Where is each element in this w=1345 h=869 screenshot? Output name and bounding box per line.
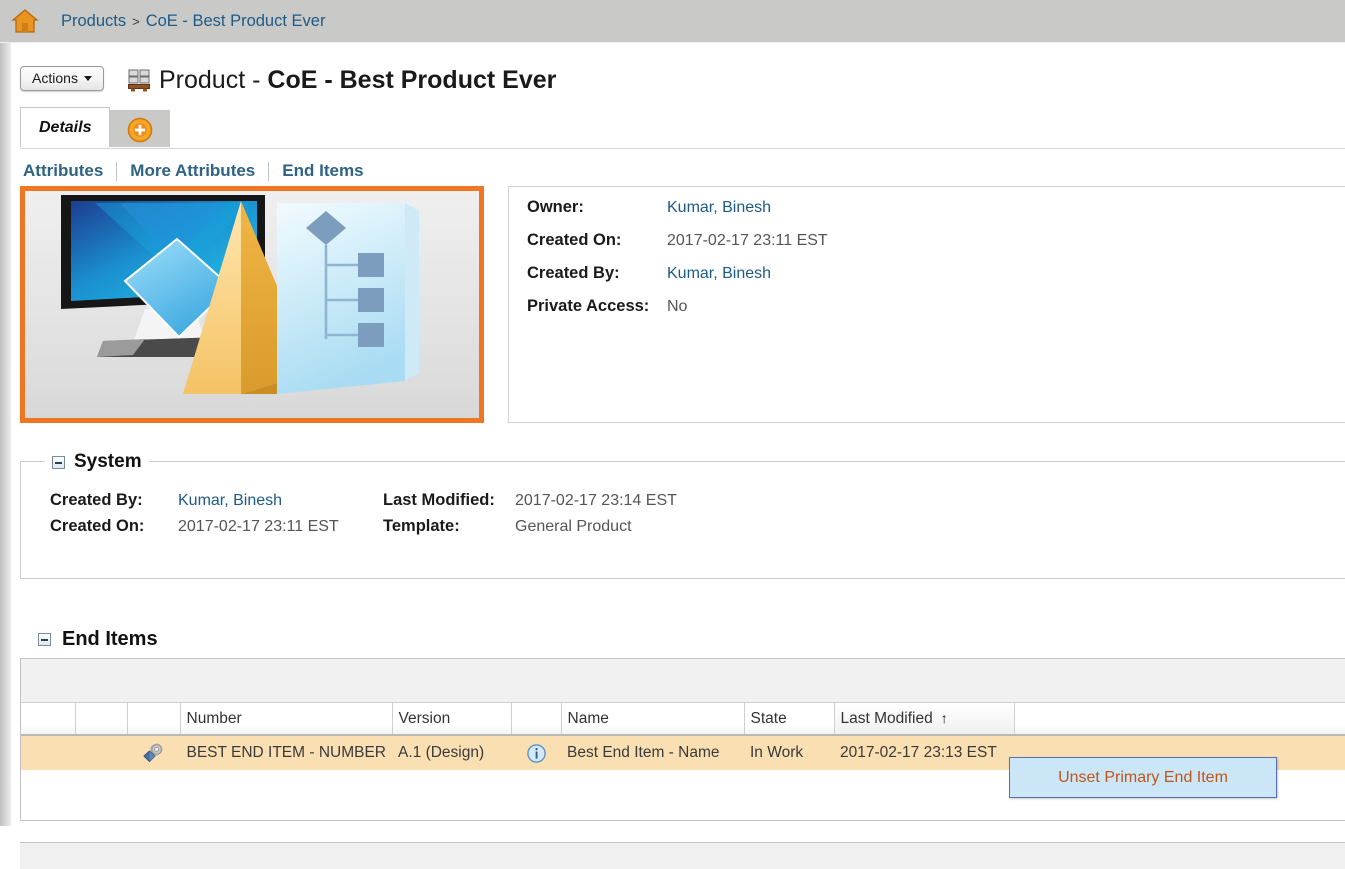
actions-button-label: Actions xyxy=(32,70,78,86)
row-type-icon-cell xyxy=(127,735,180,770)
attribute-row: Created By: Kumar, Binesh xyxy=(527,264,1345,297)
tab-add-new[interactable] xyxy=(110,110,171,148)
breadcrumb-separator: > xyxy=(132,13,140,29)
column-header-version[interactable]: Version xyxy=(392,703,512,736)
system-value-template: General Product xyxy=(515,518,632,535)
attribute-value-private-access: No xyxy=(667,298,688,315)
attribute-row: Owner: Kumar, Binesh xyxy=(527,198,1345,231)
attribute-label-created-by: Created By: xyxy=(527,264,620,282)
end-items-section-header: End Items xyxy=(38,626,158,652)
attribute-row: Private Access: No xyxy=(527,297,1345,330)
attributes-panel: Description: Owner: Kumar, Binesh Create… xyxy=(508,186,1345,423)
column-header-actions xyxy=(75,703,128,736)
column-header-last-modified[interactable]: Last Modified ↑ xyxy=(834,703,1015,736)
system-section-header: System xyxy=(45,451,149,473)
object-header: Actions Product - CoE - Best Product Eve… xyxy=(20,56,556,104)
breadcrumb-item-current[interactable]: CoE - Best Product Ever xyxy=(146,12,326,31)
system-value-created-on: 2017-02-17 23:11 EST xyxy=(178,518,339,535)
attribute-label-created-on: Created On: xyxy=(527,231,622,249)
column-header-state[interactable]: State xyxy=(744,703,835,736)
system-label-created-by: Created By: xyxy=(50,491,143,509)
breadcrumb-item-products[interactable]: Products xyxy=(61,12,126,31)
system-label-template: Template: xyxy=(383,517,460,535)
info-icon xyxy=(526,743,546,763)
home-icon[interactable] xyxy=(11,8,39,34)
attribute-label-owner: Owner: xyxy=(527,198,584,216)
column-header-name[interactable]: Name xyxy=(561,703,745,736)
row-last-modified-value: 2017-02-17 23:13 EST xyxy=(834,735,1014,770)
attributes-zone: Description: Owner: Kumar, Binesh Create… xyxy=(20,186,1345,476)
sidebar-item-attributes[interactable]: Attributes xyxy=(23,161,116,181)
breadcrumb: Products > CoE - Best Product Ever xyxy=(61,12,325,31)
breadcrumb-bar: Products > CoE - Best Product Ever xyxy=(0,0,1345,43)
row-number-value[interactable]: BEST END ITEM - NUMBER xyxy=(180,735,392,770)
column-header-select xyxy=(21,703,76,736)
page-title: Product - CoE - Best Product Ever xyxy=(159,66,556,95)
column-header-type-icon xyxy=(127,703,181,736)
row-name-value: Best End Item - Name xyxy=(561,735,744,770)
end-items-section-title: End Items xyxy=(62,627,158,650)
tab-details-label: Details xyxy=(39,119,92,136)
row-select-cell[interactable] xyxy=(21,735,75,770)
sub-tab-bar: Attributes More Attributes End Items xyxy=(23,156,377,186)
column-header-info xyxy=(511,703,562,736)
attribute-label-private-access: Private Access: xyxy=(527,297,650,315)
system-label-created-on: Created On: xyxy=(50,517,145,535)
sidebar-item-end-items[interactable]: End Items xyxy=(269,161,376,181)
unset-primary-end-item-popup[interactable]: Unset Primary End Item xyxy=(1009,757,1277,798)
row-version-value: A.1 (Design) xyxy=(392,735,511,770)
page-bottom-strip xyxy=(20,842,1345,869)
object-name-label: CoE - Best Product Ever xyxy=(267,65,557,94)
page-body: Actions Product - CoE - Best Product Eve… xyxy=(20,43,1345,869)
attribute-value-owner[interactable]: Kumar, Binesh xyxy=(667,199,771,217)
product-thumbnail-image xyxy=(25,191,479,418)
row-info-cell[interactable] xyxy=(511,735,561,770)
system-label-last-modified: Last Modified: xyxy=(383,491,495,509)
table-header-row: Number Version Name State Last Modified ↑ xyxy=(21,703,1345,736)
tab-strip: Details xyxy=(20,106,1345,150)
left-scroll-gutter xyxy=(0,43,11,826)
system-fields: Created By: Kumar, Binesh Last Modified:… xyxy=(50,491,677,536)
column-header-last-modified-label: Last Modified xyxy=(840,709,933,727)
column-header-filler xyxy=(1014,703,1345,736)
system-section-title: System xyxy=(74,451,142,472)
end-item-icon xyxy=(143,743,163,763)
left-page-margin xyxy=(11,43,20,826)
title-dash: - xyxy=(252,65,261,94)
sort-ascending-icon: ↑ xyxy=(940,709,948,726)
system-value-last-modified: 2017-02-17 23:14 EST xyxy=(515,492,677,509)
unset-primary-end-item-label: Unset Primary End Item xyxy=(1058,768,1228,786)
object-type-label: Product xyxy=(159,65,246,94)
sidebar-item-more-attributes[interactable]: More Attributes xyxy=(117,161,268,181)
row-state-value: In Work xyxy=(744,735,834,770)
row-actions-cell[interactable] xyxy=(75,735,127,770)
tab-strip-underline xyxy=(20,147,1345,149)
collapse-toggle-system-icon[interactable] xyxy=(52,455,65,469)
product-icon xyxy=(128,69,150,92)
tab-details[interactable]: Details xyxy=(20,107,111,148)
column-header-number[interactable]: Number xyxy=(180,703,393,736)
product-thumbnail[interactable] xyxy=(20,186,484,423)
system-value-created-by[interactable]: Kumar, Binesh xyxy=(178,492,383,510)
new-tab-plus-icon xyxy=(128,117,153,142)
attribute-row: Description: xyxy=(527,187,1345,198)
chevron-down-icon xyxy=(83,75,92,81)
attribute-value-created-on: 2017-02-17 23:11 EST xyxy=(667,232,828,249)
actions-button[interactable]: Actions xyxy=(20,65,104,91)
collapse-toggle-end-items-icon[interactable] xyxy=(38,632,51,646)
attribute-value-created-by[interactable]: Kumar, Binesh xyxy=(667,265,771,283)
end-items-table-toolbar[interactable] xyxy=(21,659,1345,703)
attribute-row: Created On: 2017-02-17 23:11 EST xyxy=(527,231,1345,264)
